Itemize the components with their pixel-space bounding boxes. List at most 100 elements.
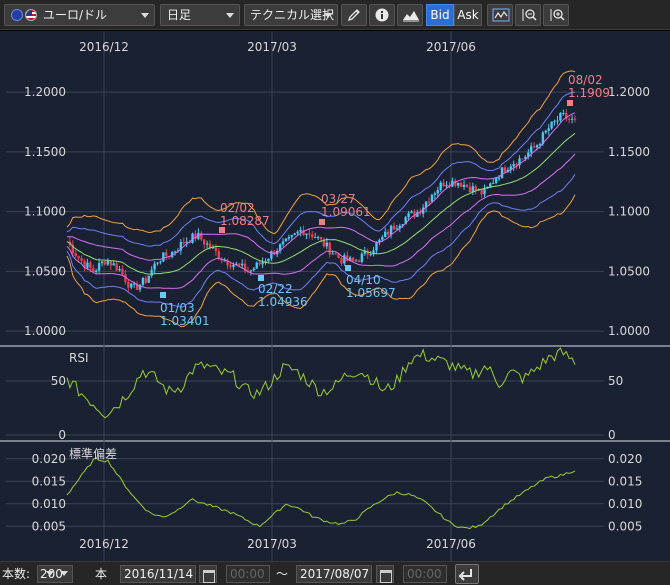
y-tick-label: 0.015 — [32, 474, 66, 488]
candle-body — [489, 183, 492, 187]
candle-body — [100, 261, 104, 264]
candle-body — [375, 242, 378, 251]
x-tick-label: 2017/06 — [426, 537, 476, 551]
candle-body — [223, 260, 226, 262]
candle-body — [436, 190, 439, 194]
candle-body — [173, 251, 177, 253]
label-layer: 2016/12 2016/12 2017/03 2017/03 2017/06 2017/… — [24, 40, 650, 551]
y-tick-label: 0 — [608, 428, 616, 442]
candle-body — [159, 261, 162, 263]
candle-body — [550, 121, 553, 129]
candle-body — [544, 130, 548, 133]
candle-body — [530, 146, 533, 153]
candle-body — [287, 236, 291, 239]
candle-body — [535, 145, 539, 148]
info-button[interactable] — [369, 4, 395, 26]
candle-body — [459, 182, 463, 188]
technical-select[interactable]: テクニカル選択 — [244, 4, 338, 26]
bid-toggle[interactable]: Bid — [426, 4, 454, 26]
candle-body — [497, 177, 501, 179]
chevron-down-icon — [46, 571, 54, 576]
candle-body — [130, 283, 133, 288]
y-tick-label: 0.005 — [32, 519, 66, 533]
extreme-marker — [258, 275, 264, 281]
candle-body — [267, 258, 270, 262]
candle-body — [319, 237, 323, 240]
count-select[interactable]: 200 — [37, 565, 73, 583]
candle-body — [182, 241, 185, 244]
info-icon — [375, 8, 389, 22]
candle-body — [293, 233, 296, 235]
extreme-marker — [345, 265, 351, 271]
extreme-date-label: 02/22 — [258, 282, 293, 296]
symbol-select[interactable]: ユーロ/ドル — [4, 4, 155, 26]
candle-body — [94, 270, 98, 272]
candle-body — [103, 261, 107, 265]
candle-body — [118, 269, 121, 271]
mountain-chart-icon — [403, 11, 419, 22]
return-button[interactable] — [455, 564, 479, 584]
candle-body — [325, 242, 329, 247]
candle-body — [229, 265, 232, 268]
calendar-icon[interactable] — [376, 565, 394, 583]
y-tick-label: 1.1000 — [24, 205, 66, 219]
zoom-out-icon — [522, 9, 537, 21]
technical-value: テクニカル選択 — [250, 8, 335, 22]
indicator-button[interactable] — [487, 4, 513, 26]
candle-body — [494, 178, 498, 183]
x-tick-label: 2017/03 — [247, 40, 297, 54]
candle-body — [147, 275, 150, 283]
zoom-in-button[interactable] — [543, 4, 569, 26]
candle-body — [492, 182, 495, 184]
ask-toggle[interactable]: Ask — [454, 4, 482, 26]
candle-body — [430, 194, 434, 202]
start-date-field[interactable]: 2016/11/14 — [120, 565, 196, 583]
extreme-date-label: 02/02 — [220, 201, 255, 215]
y-tick-label: 1.1500 — [608, 145, 650, 159]
y-tick-label: 1.2000 — [608, 85, 650, 99]
candle-body — [328, 242, 331, 255]
start-time-field[interactable]: 00:00 — [226, 565, 270, 583]
zoom-out-button[interactable] — [515, 4, 541, 26]
candle-body — [258, 262, 261, 265]
candle-body — [392, 225, 396, 230]
x-tick-label: 2017/06 — [426, 40, 476, 54]
toolbar: ユーロ/ドル 日足 テクニカル選択 Bid Ask — [0, 0, 670, 30]
candle-body — [305, 233, 308, 236]
bottom-bar: 本数: 200 本 2016/11/14 00:00 ～ 2017/08/07 … — [0, 561, 670, 585]
chart-style-button[interactable] — [397, 4, 423, 26]
candle-body — [512, 163, 515, 167]
candle-body — [354, 260, 358, 262]
candle-body — [115, 263, 118, 271]
candle-body — [427, 201, 431, 203]
end-time-field[interactable]: 00:00 — [403, 565, 447, 583]
extreme-date-label: 01/03 — [160, 301, 195, 315]
annotation-layer — [160, 100, 573, 298]
calendar-icon[interactable] — [199, 565, 217, 583]
candle-body — [386, 231, 390, 235]
chart-area[interactable]: 2016/12 2016/12 2017/03 2017/03 2017/06 2017/… — [0, 31, 670, 561]
candle-body — [109, 260, 112, 266]
candle-body — [445, 184, 448, 187]
extreme-date-label: 08/02 — [568, 73, 603, 87]
candle-body — [471, 186, 475, 193]
candle-body — [255, 262, 258, 269]
unit-label: 本 — [95, 567, 108, 581]
rsi-line — [66, 347, 576, 419]
candle-body — [384, 231, 387, 237]
chart-svg[interactable]: 2016/12 2016/12 2017/03 2017/03 2017/06 2017/… — [0, 31, 670, 561]
y-tick-label: 0.015 — [608, 474, 642, 488]
candle-body — [331, 253, 334, 255]
x-tick-label: 2016/12 — [79, 40, 129, 54]
candle-body — [261, 262, 264, 265]
period-select[interactable]: 日足 — [160, 4, 240, 26]
y-tick-label: 0.005 — [608, 519, 642, 533]
extreme-marker — [160, 292, 166, 298]
stddev-line — [66, 457, 576, 530]
draw-button[interactable] — [341, 4, 367, 26]
candle-body — [156, 262, 159, 264]
candle-body — [474, 186, 477, 191]
candle-body — [214, 247, 218, 252]
candle-body — [334, 253, 337, 255]
end-date-field[interactable]: 2017/08/07 — [296, 565, 372, 583]
